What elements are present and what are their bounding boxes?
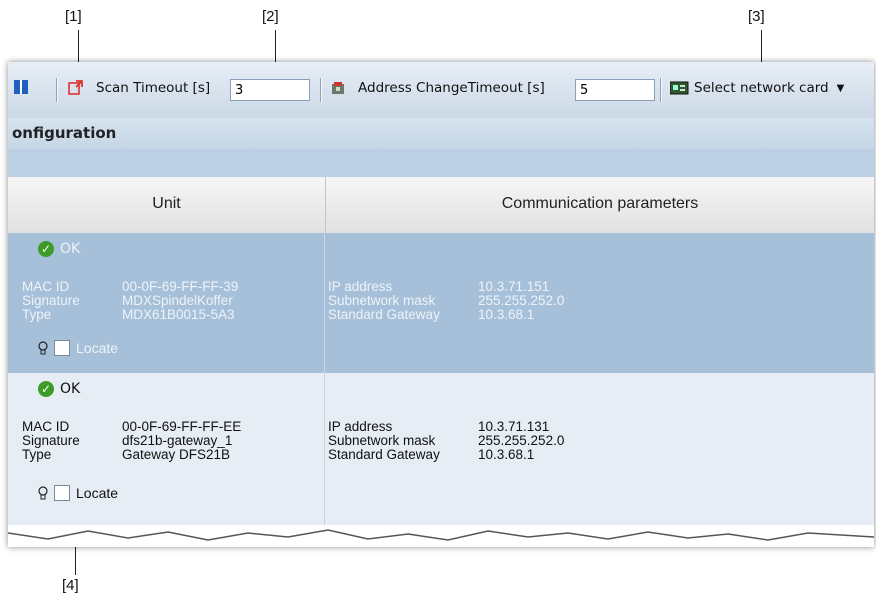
status: ✓ OK: [38, 381, 80, 397]
gateway-value: 10.3.68.1: [478, 307, 535, 322]
scan-icon[interactable]: [68, 80, 84, 96]
table-row[interactable]: ✓ OK MAC ID 00-0F-69-FF-FF-39 Signature …: [8, 233, 874, 373]
toolbar-separator: [56, 78, 58, 102]
section-title: onfiguration: [8, 118, 874, 149]
columns-icon[interactable]: [14, 80, 28, 94]
ip-label: IP address: [328, 419, 393, 434]
table-header: Unit Communication parameters: [8, 177, 874, 234]
address-timeout-input[interactable]: 5: [575, 79, 655, 101]
torn-edge: [8, 529, 874, 547]
toolbar: Scan Timeout [s] 3 Address ChangeTimeout…: [8, 62, 874, 119]
column-header-unit[interactable]: Unit: [8, 177, 326, 233]
lightbulb-icon: [38, 486, 48, 500]
network-card-label: Select network card: [694, 80, 829, 96]
type-label: Type: [22, 307, 52, 322]
column-header-communication[interactable]: Communication parameters: [326, 177, 874, 233]
type-label: Type: [22, 447, 52, 462]
config-window: Scan Timeout [s] 3 Address ChangeTimeout…: [8, 62, 874, 547]
locate-checkbox[interactable]: [54, 340, 70, 356]
mac-label: MAC ID: [22, 279, 70, 294]
mask-label: Subnetwork mask: [328, 433, 436, 448]
status: ✓ OK: [38, 241, 80, 257]
chevron-down-icon: ▼: [836, 82, 845, 94]
mask-label: Subnetwork mask: [328, 293, 436, 308]
unit-details: MAC ID 00-0F-69-FF-FF-EE Signature dfs21…: [22, 420, 322, 464]
callout-4: [4]: [62, 577, 79, 594]
mac-label: MAC ID: [22, 419, 70, 434]
gateway-label: Standard Gateway: [328, 447, 440, 462]
locate-label: Locate: [76, 340, 119, 356]
scan-timeout-input[interactable]: 3: [230, 79, 310, 101]
status-text: OK: [60, 241, 81, 257]
address-change-icon[interactable]: [330, 80, 346, 96]
comm-details: IP address 10.3.71.131 Subnetwork mask 2…: [328, 420, 628, 464]
locate-label: Locate: [76, 485, 119, 501]
address-timeout-label: Address ChangeTimeout [s]: [358, 80, 545, 96]
gateway-label: Standard Gateway: [328, 307, 440, 322]
ip-value: 10.3.71.151: [478, 279, 550, 294]
unit-details: MAC ID 00-0F-69-FF-FF-39 Signature MDXSp…: [22, 280, 322, 324]
network-card-icon: [670, 81, 689, 95]
lightbulb-icon: [38, 341, 48, 355]
locate-control: Locate: [38, 485, 118, 501]
gateway-value: 10.3.68.1: [478, 447, 535, 462]
type-value: MDX61B0015-5A3: [122, 307, 235, 322]
signature-label: Signature: [22, 293, 80, 308]
mask-value: 255.255.252.0: [478, 433, 565, 448]
status-text: OK: [60, 381, 81, 397]
ok-check-icon: ✓: [38, 381, 54, 397]
signature-value: dfs21b-gateway_1: [122, 433, 233, 448]
locate-control: Locate: [38, 340, 118, 356]
network-card-dropdown[interactable]: Select network card ▼: [670, 80, 844, 96]
scan-timeout-label: Scan Timeout [s]: [96, 80, 211, 96]
ok-check-icon: ✓: [38, 241, 54, 257]
signature-label: Signature: [22, 433, 80, 448]
comm-details: IP address 10.3.71.151 Subnetwork mask 2…: [328, 280, 628, 324]
mask-value: 255.255.252.0: [478, 293, 565, 308]
toolbar-separator: [320, 78, 322, 102]
mac-value: 00-0F-69-FF-FF-EE: [122, 419, 242, 434]
signature-value: MDXSpindelKoffer: [122, 293, 233, 308]
locate-checkbox[interactable]: [54, 485, 70, 501]
ip-label: IP address: [328, 279, 393, 294]
section-band: [8, 149, 874, 178]
ip-value: 10.3.71.131: [478, 419, 550, 434]
callout-1: [1]: [65, 8, 82, 25]
table-row[interactable]: ✓ OK MAC ID 00-0F-69-FF-FF-EE Signature …: [8, 373, 874, 525]
type-value: Gateway DFS21B: [122, 447, 231, 462]
callout-2: [2]: [262, 8, 279, 25]
toolbar-separator: [660, 78, 662, 102]
callout-3: [3]: [748, 8, 765, 25]
mac-value: 00-0F-69-FF-FF-39: [122, 279, 239, 294]
